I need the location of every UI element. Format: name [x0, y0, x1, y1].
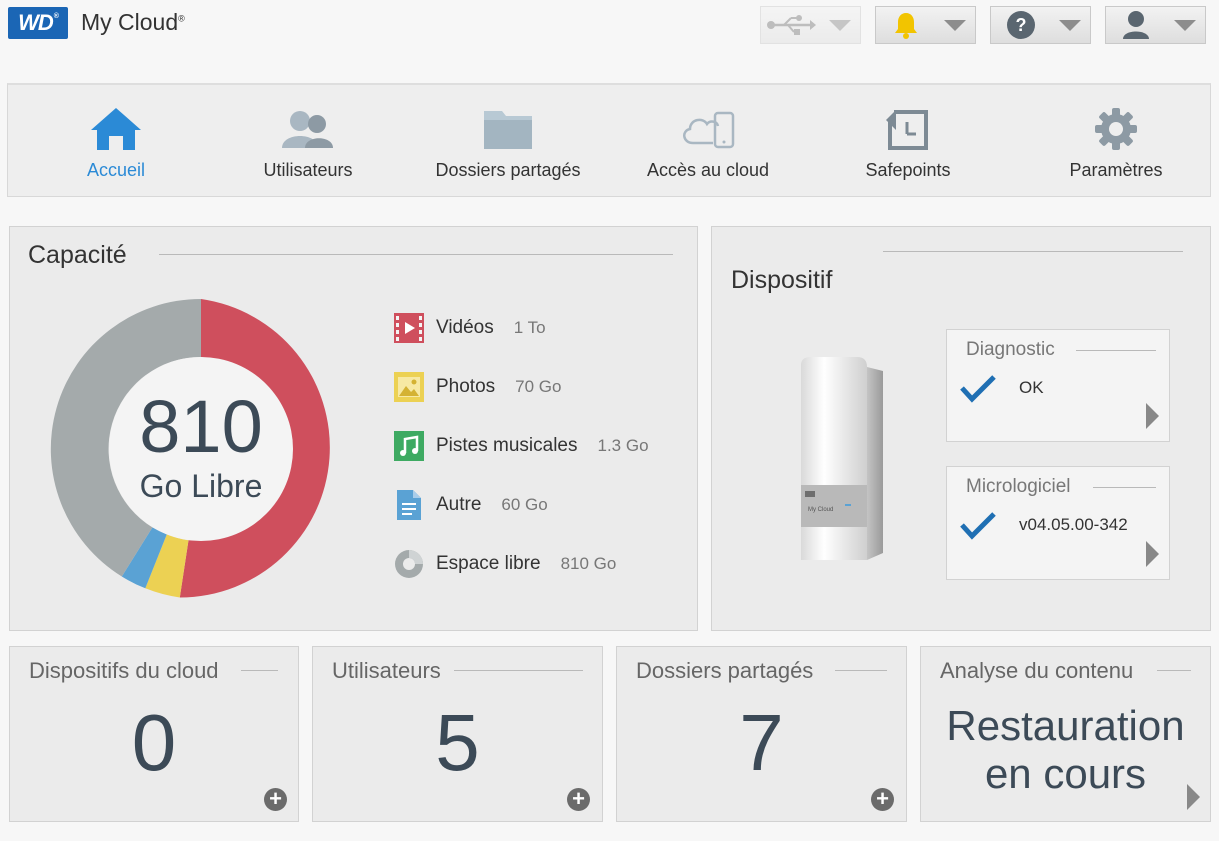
legend-label: Photos [436, 376, 496, 397]
tab-label: Safepoints [865, 160, 951, 180]
legend-item-music: Pistes musicales 1.3 Go [394, 430, 649, 462]
device-image [801, 357, 883, 560]
usb-icon [761, 14, 820, 36]
tab-label: Paramètres [1069, 160, 1163, 180]
card-value: 7 [739, 698, 784, 787]
diagnostic-card[interactable]: Diagnostic OK [946, 329, 1170, 442]
legend-label: Pistes musicales [436, 435, 578, 456]
check-icon [960, 512, 996, 540]
legend-item-videos: Vidéos 1 To [394, 312, 546, 344]
chevron-down-icon [1165, 19, 1205, 31]
photo-icon [394, 371, 424, 403]
tab-utilisateurs[interactable]: Utilisateurs [248, 85, 368, 197]
users-card[interactable]: Utilisateurs 5 + [312, 646, 603, 822]
legend-value: 810 Go [560, 554, 617, 573]
tab-safepoints[interactable]: Safepoints [848, 85, 968, 197]
tab-label: Accueil [86, 160, 146, 180]
diagnostic-title: Diagnostic [966, 339, 1055, 360]
cloud-devices-card[interactable]: Dispositifs du cloud 0 + [9, 646, 299, 822]
safepoint-icon [886, 99, 930, 159]
legend-value: 1.3 Go [597, 436, 649, 455]
tab-parametres[interactable]: Paramètres [1056, 85, 1176, 197]
gear-icon [1094, 99, 1138, 159]
divider [1093, 487, 1156, 488]
home-icon [89, 99, 143, 159]
divider [454, 670, 583, 671]
legend-value: 1 To [513, 318, 546, 337]
tab-label: Dossiers partagés [435, 160, 581, 180]
legend-item-photos: Photos 70 Go [394, 371, 561, 403]
diagnostic-status: OK [1019, 378, 1044, 397]
tab-label: Utilisateurs [263, 160, 353, 180]
firmware-status: v04.05.00-342 [1019, 515, 1128, 534]
card-value: Restauration en cours [921, 702, 1210, 798]
users-icon [281, 99, 335, 159]
device-panel: Dispositif My Cloud Diagnostic OK Microl… [711, 226, 1211, 631]
card-title: Analyse du contenu [940, 658, 1134, 683]
capacity-title: Capacité [28, 241, 127, 269]
device-label: My Cloud [808, 507, 834, 513]
capacity-panel: Capacité 810 Go Libre Vidéos 1 To Photos… [9, 226, 698, 631]
bell-icon [876, 11, 935, 39]
video-icon [394, 312, 424, 344]
arrow-right-icon [1146, 403, 1159, 429]
divider [835, 670, 887, 671]
device-title: Dispositif [731, 266, 833, 294]
card-value: 5 [435, 698, 480, 787]
legend-item-free: Espace libre 810 Go [394, 548, 616, 580]
help-icon: ? [991, 10, 1050, 40]
usb-menu-button[interactable] [760, 6, 861, 44]
chevron-down-icon [1050, 19, 1090, 31]
legend-item-autre: Autre 60 Go [394, 489, 548, 521]
card-value: 0 [131, 698, 177, 787]
tab-accueil[interactable]: Accueil [56, 85, 176, 197]
svg-text:?: ? [1015, 15, 1026, 35]
main-nav: Accueil Utilisateurs Dossiers partagés A… [7, 83, 1211, 197]
legend-value: 60 Go [501, 495, 548, 514]
status-line-1: Restauration [946, 702, 1185, 749]
chevron-down-icon [820, 19, 860, 31]
add-icon[interactable]: + [567, 788, 590, 811]
divider [241, 670, 278, 671]
tab-acces-cloud[interactable]: Accès au cloud [628, 85, 788, 197]
divider [883, 251, 1183, 252]
user-menu-button[interactable] [1105, 6, 1206, 44]
card-title: Utilisateurs [332, 658, 441, 683]
firmware-title: Micrologiciel [966, 476, 1071, 497]
firmware-card[interactable]: Micrologiciel v04.05.00-342 [946, 466, 1170, 580]
legend-label: Vidéos [436, 317, 494, 338]
legend-label: Espace libre [436, 553, 541, 574]
divider [159, 254, 673, 255]
arrow-right-icon[interactable] [1187, 784, 1200, 810]
add-icon[interactable]: + [871, 788, 894, 811]
shares-card[interactable]: Dossiers partagés 7 + [616, 646, 907, 822]
folder-icon [482, 99, 534, 159]
help-menu-button[interactable]: ? [990, 6, 1091, 44]
card-title: Dispositifs du cloud [29, 658, 219, 683]
user-icon [1106, 10, 1165, 40]
arrow-right-icon [1146, 541, 1159, 567]
check-icon [960, 375, 996, 403]
wd-logo: WD ® [8, 7, 68, 39]
divider [1076, 350, 1156, 351]
status-line-2: en cours [984, 750, 1147, 797]
document-icon [394, 489, 424, 521]
legend-label: Autre [436, 494, 482, 515]
alerts-menu-button[interactable] [875, 6, 976, 44]
legend-value: 70 Go [515, 377, 562, 396]
divider [1157, 670, 1191, 671]
card-title: Dossiers partagés [636, 658, 814, 683]
tab-dossiers-partages[interactable]: Dossiers partagés [418, 85, 598, 197]
free-space-value: 810 [139, 385, 263, 468]
app-title: My Cloud® [81, 9, 185, 35]
free-space-icon [394, 548, 424, 580]
cloud-device-icon [679, 99, 737, 159]
music-icon [394, 430, 424, 462]
free-space-unit: Go Libre [139, 468, 263, 504]
chevron-down-icon [935, 19, 975, 31]
add-icon[interactable]: + [264, 788, 287, 811]
tab-label: Accès au cloud [646, 160, 770, 180]
content-scan-card[interactable]: Analyse du contenu Restauration en cours [920, 646, 1211, 822]
